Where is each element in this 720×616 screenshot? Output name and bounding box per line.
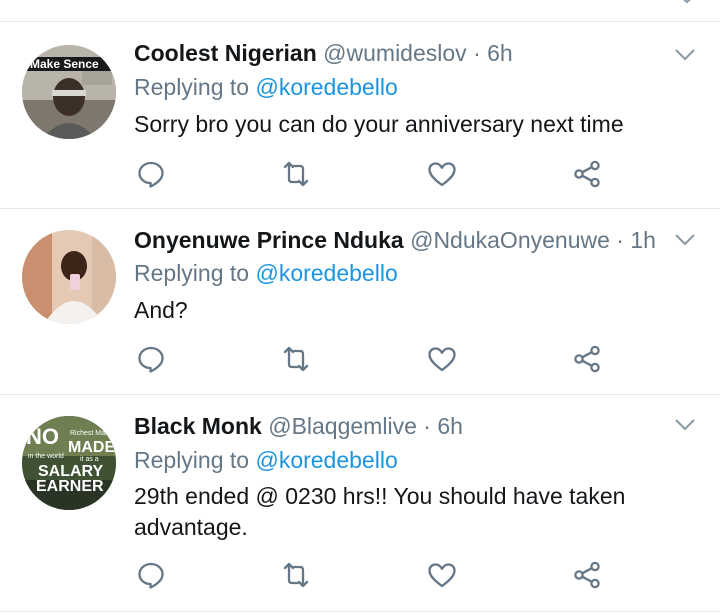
retweet-icon [283,562,309,588]
timestamp[interactable]: 6h [487,40,513,66]
tweet-text-line: 29th ended @ 0230 hrs!! You should have … [134,483,626,509]
chevron-down-icon[interactable] [674,233,696,247]
avatar-caption: EARNER [36,478,104,495]
replying-to-label: Replying to [134,447,256,473]
separator-dot: · [473,40,481,66]
display-name[interactable]: Coolest Nigerian [134,40,317,66]
tweet-header: Black Monk @Blaqgemlive · 6h [134,411,660,441]
separator-dot: · [616,227,624,253]
avatar-caption: Richest Man [70,430,109,437]
tweet-header: Onyenuwe Prince Nduka @NdukaOnyenuwe · 1… [134,225,660,255]
chevron-down-icon[interactable] [674,48,696,62]
tweet[interactable]: NO Richest Man MADE in the world it as a… [0,395,720,612]
reply-icon [138,562,164,589]
like-icon [428,162,456,187]
chevron-down-icon[interactable] [674,418,696,432]
share-icon [574,160,600,188]
avatar[interactable]: NO Richest Man MADE in the world it as a… [22,416,116,510]
replying-to: Replying to @koredebello [134,445,398,475]
chevron-down-icon[interactable] [676,0,698,6]
reply-button[interactable] [136,159,166,189]
tweet-text: And? [134,297,188,323]
handle[interactable]: @Blaqgemlive [268,413,417,439]
replying-to-mention[interactable]: @koredebello [255,447,397,473]
tweet-text: Sorry bro you can do your anniversary ne… [134,111,624,137]
share-button[interactable] [572,560,602,590]
tweet[interactable]: Make Sence Coolest Nigerian @wumideslov … [0,22,720,209]
tweet-text: 29th ended @ 0230 hrs!! You should have … [134,481,680,543]
avatar-caption: Make Sence [30,57,99,71]
avatar-caption: NO [26,424,59,449]
replying-to: Replying to @koredebello [134,258,398,288]
like-button[interactable] [427,560,457,590]
like-button[interactable] [427,344,457,374]
replying-to-label: Replying to [134,74,256,100]
avatar[interactable] [22,230,116,324]
share-icon [574,345,600,373]
like-icon [428,563,456,588]
tweet[interactable]: Onyenuwe Prince Nduka @NdukaOnyenuwe · 1… [0,209,720,395]
avatar-caption: MADE [68,439,116,456]
reply-button[interactable] [136,560,166,590]
like-icon [428,347,456,372]
avatar[interactable]: Make Sence [22,45,116,139]
replying-to-mention[interactable]: @koredebello [255,260,397,286]
timestamp[interactable]: 1h [630,227,656,253]
handle[interactable]: @wumideslov [323,40,467,66]
display-name[interactable]: Onyenuwe Prince Nduka [134,227,404,253]
separator-dot: · [423,413,431,439]
retweet-button[interactable] [281,159,311,189]
tweet-header: Coolest Nigerian @wumideslov · 6h [134,38,660,68]
share-button[interactable] [572,159,602,189]
share-button[interactable] [572,344,602,374]
reply-icon [138,161,164,188]
tweet-text-line: advantage. [134,514,248,540]
reply-button[interactable] [136,344,166,374]
retweet-icon [283,346,309,372]
retweet-button[interactable] [281,344,311,374]
reply-icon [138,346,164,373]
display-name[interactable]: Black Monk [134,413,262,439]
retweet-icon [283,161,309,187]
replying-to: Replying to @koredebello [134,72,398,102]
share-icon [574,561,600,589]
timestamp[interactable]: 6h [437,413,463,439]
avatar-caption: in the world [28,453,64,460]
replying-to-label: Replying to [134,260,256,286]
handle[interactable]: @NdukaOnyenuwe [410,227,610,253]
like-button[interactable] [427,159,457,189]
avatar-image [22,230,116,324]
replying-to-mention[interactable]: @koredebello [255,74,397,100]
retweet-button[interactable] [281,560,311,590]
